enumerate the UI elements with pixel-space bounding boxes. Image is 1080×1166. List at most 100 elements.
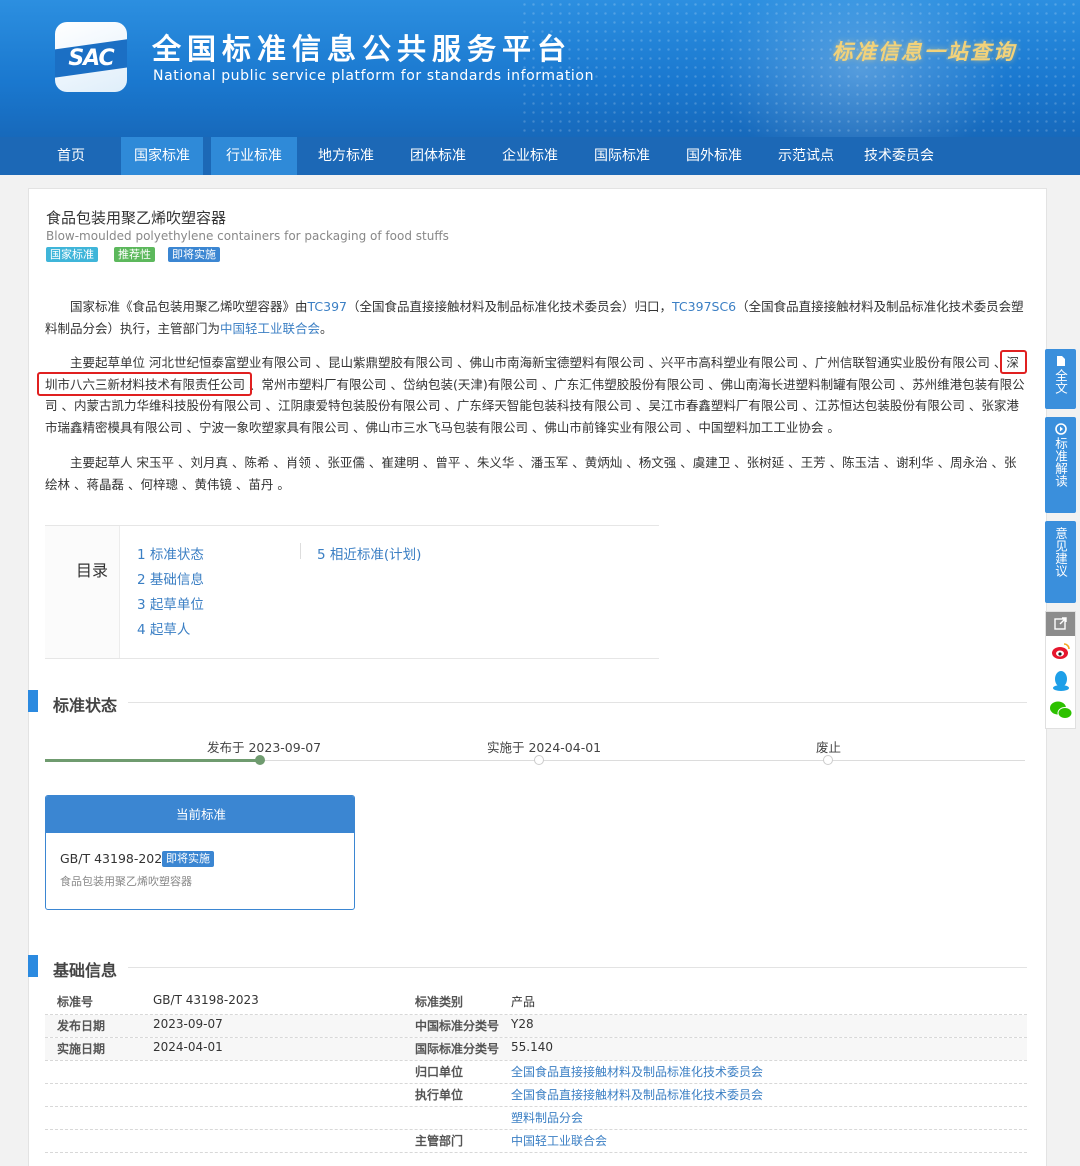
- label-ics: 国际标准分类号: [415, 1042, 500, 1056]
- play-circle-icon: [1054, 423, 1067, 435]
- label-standard-no: 标准号: [57, 995, 94, 1009]
- side-interpretation-button[interactable]: 标准解读: [1045, 417, 1076, 513]
- timeline-dot-published: [255, 755, 265, 765]
- tag-upcoming: 即将实施: [168, 247, 220, 262]
- toc-label: 目录: [76, 561, 109, 580]
- label-owner: 归口单位: [415, 1065, 464, 1079]
- nav-enterprise[interactable]: 企业标准: [489, 137, 571, 175]
- nav-industry[interactable]: 行业标准: [211, 137, 297, 175]
- toc-item-basic[interactable]: 2 基础信息: [137, 568, 204, 588]
- timeline-dot-abolished: [823, 755, 833, 765]
- intro-paragraph: 国家标准《食品包装用聚乙烯吹塑容器》由TC397（全国食品直接接触材料及制品标准…: [45, 296, 1027, 339]
- toc-item-drafters[interactable]: 4 起草人: [137, 618, 190, 638]
- label-authority: 主管部门: [415, 1134, 464, 1148]
- weibo-icon[interactable]: [1051, 642, 1071, 660]
- highlight-box: [1000, 350, 1027, 374]
- nav-group[interactable]: 团体标准: [397, 137, 479, 175]
- side-fulltext-label: 全文: [1053, 369, 1068, 394]
- intro-text: （全国食品直接接触材料及制品标准化技术委员会）归口，: [347, 299, 673, 314]
- basic-heading: 基础信息: [53, 961, 118, 980]
- timeline-published: 发布于 2023-09-07: [207, 740, 322, 755]
- label-executor: 执行单位: [415, 1088, 464, 1102]
- standard-title: 食品包装用聚乙烯吹塑容器: [46, 209, 227, 227]
- units-label: 主要起草单位: [70, 355, 146, 370]
- intro-text: 。: [320, 320, 333, 336]
- drafters-paragraph: 主要起草人 宋玉平 、刘月真 、陈希 、肖领 、张亚儒 、崔建明 、曾平 、朱义…: [45, 452, 1027, 495]
- value-ics: 55.140: [511, 1040, 553, 1054]
- value-ccs: Y28: [511, 1017, 534, 1031]
- drafters-label: 主要起草人: [70, 455, 133, 470]
- label-ccs: 中国标准分类号: [415, 1019, 500, 1033]
- nav-foreign[interactable]: 国外标准: [673, 137, 755, 175]
- tc397-link[interactable]: TC397: [308, 299, 348, 314]
- value-authority-link[interactable]: 中国轻工业联合会: [511, 1132, 607, 1149]
- intro-text: 国家标准《食品包装用聚乙烯吹塑容器》由: [70, 299, 308, 314]
- qq-icon[interactable]: [1051, 670, 1071, 692]
- label-category: 标准类别: [415, 995, 464, 1009]
- tag-national: 国家标准: [46, 247, 98, 262]
- site-slogan: 标准信息一站查询: [832, 40, 1016, 64]
- sac-logo[interactable]: SAC: [55, 22, 127, 92]
- table-row-line: [45, 1106, 1027, 1107]
- current-standard-head: 当前标准: [46, 796, 354, 833]
- highlight-box: [37, 372, 252, 396]
- value-owner-link[interactable]: 全国食品直接接触材料及制品标准化技术委员会: [511, 1063, 763, 1080]
- label-publish-date: 发布日期: [57, 1019, 106, 1033]
- toc-item-similar[interactable]: 5 相近标准(计划): [317, 543, 421, 563]
- timeline-progress: [45, 759, 260, 762]
- share-icon: [1054, 617, 1067, 630]
- current-standard-card[interactable]: 当前标准 GB/T 43198-2023 即将实施 食品包装用聚乙烯吹塑容器: [45, 795, 355, 910]
- document-icon: [1056, 356, 1065, 366]
- nav-national[interactable]: 国家标准: [121, 137, 203, 175]
- main-nav: 首页 国家标准 行业标准 地方标准 团体标准 企业标准 国际标准 国外标准 示范…: [0, 137, 1080, 175]
- value-executor-sub-link[interactable]: 塑料制品分会: [511, 1109, 583, 1126]
- value-category: 产品: [511, 995, 536, 1009]
- site-header: SAC 全国标准信息公共服务平台 National public service…: [0, 0, 1080, 137]
- table-row-line: [45, 1083, 1027, 1084]
- timeline-dot-implemented: [534, 755, 544, 765]
- table-row-line: [45, 1152, 1027, 1153]
- table-row-line: [45, 1014, 1027, 1015]
- table-row-line: [45, 1129, 1027, 1130]
- section-divider: [128, 702, 1027, 703]
- share-panel: [1045, 611, 1076, 729]
- tc397sc6-link[interactable]: TC397SC6: [672, 299, 736, 314]
- current-standard-tag: 即将实施: [162, 851, 214, 867]
- value-standard-no: GB/T 43198-2023: [153, 993, 259, 1007]
- timeline-abolished: 废止: [816, 740, 842, 755]
- standard-title-en: Blow-moulded polyethylene containers for…: [46, 229, 449, 243]
- toc-divider: [300, 543, 301, 559]
- toc-item-units[interactable]: 3 起草单位: [137, 593, 204, 613]
- current-standard-code: GB/T 43198-2023: [60, 851, 171, 866]
- nav-local[interactable]: 地方标准: [305, 137, 387, 175]
- share-header: [1046, 612, 1075, 636]
- table-row-line: [45, 1060, 1027, 1061]
- nav-international[interactable]: 国际标准: [581, 137, 663, 175]
- side-feedback-label: 意见建议: [1053, 527, 1068, 577]
- authority-link[interactable]: 中国轻工业联合会: [220, 321, 320, 336]
- side-fulltext-button[interactable]: 全文: [1045, 349, 1076, 409]
- timeline-implemented: 实施于 2024-04-01: [487, 740, 602, 755]
- logo-text: SAC: [68, 46, 114, 71]
- table-row-line: [45, 1037, 1027, 1038]
- header-glow: [700, 0, 1020, 137]
- units-list-a: 河北世纪恒泰富塑业有限公司 、昆山紫鼎塑胶有限公司 、佛山市南海新宝德塑料有限公…: [149, 355, 1007, 370]
- nav-demo[interactable]: 示范试点: [765, 137, 847, 175]
- value-implement-date: 2024-04-01: [153, 1040, 223, 1054]
- label-implement-date: 实施日期: [57, 1042, 106, 1056]
- drafters-list: 宋玉平 、刘月真 、陈希 、肖领 、张亚儒 、崔建明 、曾平 、朱义华 、潘玉军…: [45, 455, 1017, 492]
- site-title: 全国标准信息公共服务平台: [152, 32, 573, 66]
- toc-item-status[interactable]: 1 标准状态: [137, 543, 204, 563]
- site-subtitle: National public service platform for sta…: [153, 68, 595, 84]
- value-executor-link[interactable]: 全国食品直接接触材料及制品标准化技术委员会: [511, 1086, 763, 1103]
- nav-home[interactable]: 首页: [40, 137, 102, 175]
- value-publish-date: 2023-09-07: [153, 1017, 223, 1031]
- section-marker: [28, 690, 38, 712]
- tag-recommended: 推荐性: [114, 247, 155, 262]
- side-interpretation-label: 标准解读: [1053, 437, 1068, 487]
- nav-committee[interactable]: 技术委员会: [853, 137, 945, 175]
- wechat-icon[interactable]: [1049, 700, 1073, 720]
- status-heading: 标准状态: [53, 696, 118, 715]
- section-marker: [28, 955, 38, 977]
- side-feedback-button[interactable]: 意见建议: [1045, 521, 1076, 603]
